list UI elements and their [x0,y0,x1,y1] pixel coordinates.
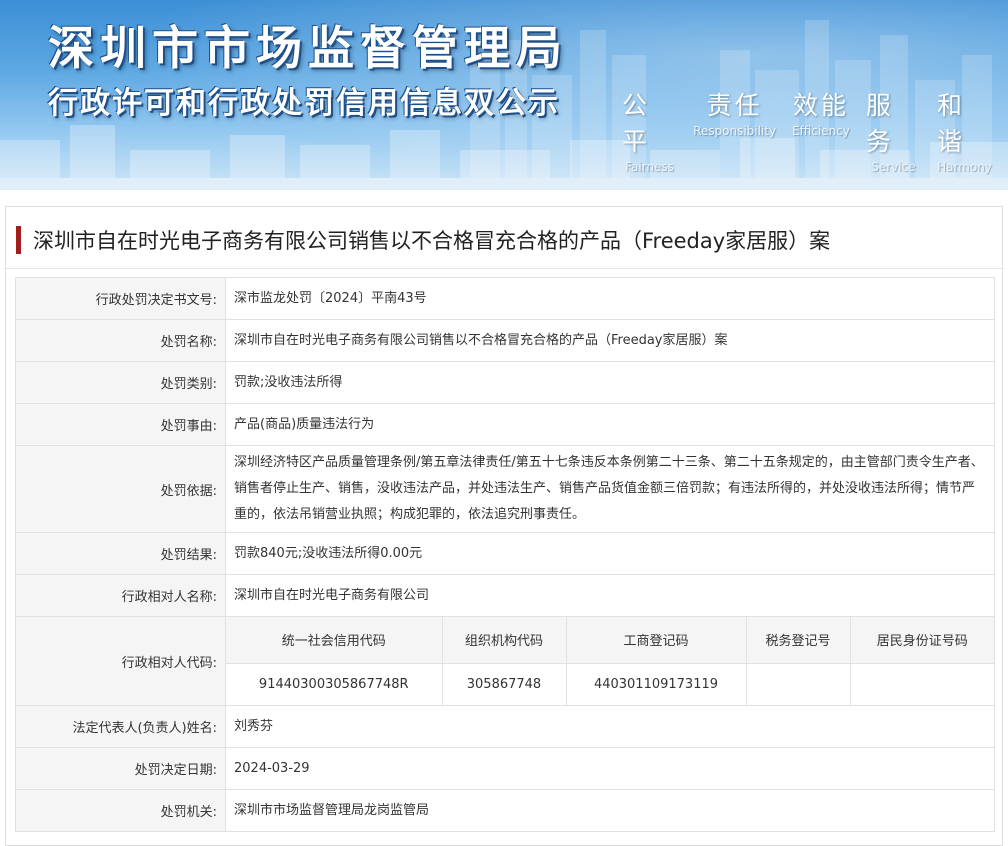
case-detail-panel: 深圳市自在时光电子商务有限公司销售以不合格冒充合格的产品（Freeday家居服）… [5,206,1003,846]
bureau-subtitle: 行政许可和行政处罚信用信息双公示 [48,86,560,121]
value-responsibility: 责任 Responsibility [693,86,776,174]
tax-reg-value [745,662,851,705]
table-row: 行政相对人代码: 统一社会信用代码 组织机构代码 工商登记码 税务登记号 居民身… [15,616,995,706]
value-en: Efficiency [792,124,850,138]
table-row: 处罚机关: 深圳市市场监督管理局龙岗监管局 [15,789,995,832]
value-en: Fairness [625,160,674,174]
code-header: 工商登记码 [565,617,747,664]
row-label: 处罚类别: [15,361,226,404]
header-banner: 深圳市市场监督管理局 行政许可和行政处罚信用信息双公示 公平 Fairness … [0,0,1008,190]
code-header-row: 统一社会信用代码 组织机构代码 工商登记码 税务登记号 居民身份证号码 [226,617,994,664]
row-label: 行政相对人名称: [15,574,226,617]
case-title-text: 深圳市自在时光电子商务有限公司销售以不合格冒充合格的产品（Freeday家居服）… [33,229,831,253]
id-card-value [849,662,994,705]
core-values: 公平 Fairness 责任 Responsibility 效能 Efficie… [622,86,1008,174]
table-row: 处罚依据: 深圳经济特区产品质量管理条例/第五章法律责任/第五十七条违反本条例第… [15,445,995,533]
row-label: 处罚结果: [15,532,226,575]
title-divider [6,268,1002,269]
case-title: 深圳市自在时光电子商务有限公司销售以不合格冒充合格的产品（Freeday家居服）… [16,225,830,255]
credit-code-value: 91440300305867748R [226,662,443,705]
table-row: 处罚名称: 深圳市自在时光电子商务有限公司销售以不合格冒充合格的产品（Freed… [15,319,995,362]
bureau-title: 深圳市市场监督管理局 [48,21,568,75]
value-zh: 责任 [706,91,763,120]
org-code-value: 305867748 [441,662,567,705]
penalty-result: 罚款840元;没收违法所得0.00元 [225,532,995,575]
row-label: 处罚依据: [15,445,226,533]
decision-date: 2024-03-29 [225,747,995,790]
row-label: 行政处罚决定书文号: [15,277,226,320]
row-label: 处罚机关: [15,789,226,832]
row-label: 处罚事由: [15,403,226,446]
value-efficiency: 效能 Efficiency [792,86,850,174]
value-zh: 和谐 [936,91,965,156]
penalty-authority: 深圳市市场监督管理局龙岗监管局 [225,789,995,832]
code-header: 税务登记号 [745,617,851,664]
value-en: Harmony [937,160,992,174]
penalty-type: 罚款;没收违法所得 [225,361,995,404]
party-name: 深圳市自在时光电子商务有限公司 [225,574,995,617]
value-en: Responsibility [693,124,777,138]
row-label: 行政相对人代码: [15,616,226,706]
value-en: Service [871,160,916,174]
title-accent-bar [16,226,21,254]
legal-rep-name: 刘秀芬 [225,705,995,748]
code-header: 组织机构代码 [441,617,567,664]
table-row: 行政处罚决定书文号: 深市监龙处罚〔2024〕平南43号 [15,277,995,320]
business-reg-value: 440301109173119 [565,662,747,705]
table-row: 法定代表人(负责人)姓名: 刘秀芬 [15,705,995,748]
penalty-name: 深圳市自在时光电子商务有限公司销售以不合格冒充合格的产品（Freeday家居服）… [225,319,995,362]
table-row: 行政相对人名称: 深圳市自在时光电子商务有限公司 [15,574,995,617]
penalty-basis: 深圳经济特区产品质量管理条例/第五章法律责任/第五十七条违反本条例第二十三条、第… [225,445,995,533]
row-label: 法定代表人(负责人)姓名: [15,705,226,748]
decision-number: 深市监龙处罚〔2024〕平南43号 [225,277,995,320]
party-code-table: 统一社会信用代码 组织机构代码 工商登记码 税务登记号 居民身份证号码 9144… [226,617,994,705]
table-row: 处罚结果: 罚款840元;没收违法所得0.00元 [15,532,995,575]
table-row: 处罚事由: 产品(商品)质量违法行为 [15,403,995,446]
value-zh: 公平 [622,91,651,156]
value-zh: 效能 [792,91,849,120]
code-header: 统一社会信用代码 [226,617,443,664]
value-harmony: 和谐 Harmony [937,86,992,174]
penalty-info-table: 行政处罚决定书文号: 深市监龙处罚〔2024〕平南43号 处罚名称: 深圳市自在… [15,277,995,832]
party-code-cell: 统一社会信用代码 组织机构代码 工商登记码 税务登记号 居民身份证号码 9144… [225,616,995,706]
row-label: 处罚名称: [15,319,226,362]
value-zh: 服务 [865,91,894,156]
table-row: 处罚决定日期: 2024-03-29 [15,747,995,790]
code-value-row: 91440300305867748R 305867748 44030110917… [226,662,994,705]
penalty-reason: 产品(商品)质量违法行为 [225,403,995,446]
value-fairness: 公平 Fairness [622,86,677,174]
table-row: 处罚类别: 罚款;没收违法所得 [15,361,995,404]
code-header: 居民身份证号码 [849,617,994,664]
row-label: 处罚决定日期: [15,747,226,790]
value-service: 服务 Service [866,86,921,174]
